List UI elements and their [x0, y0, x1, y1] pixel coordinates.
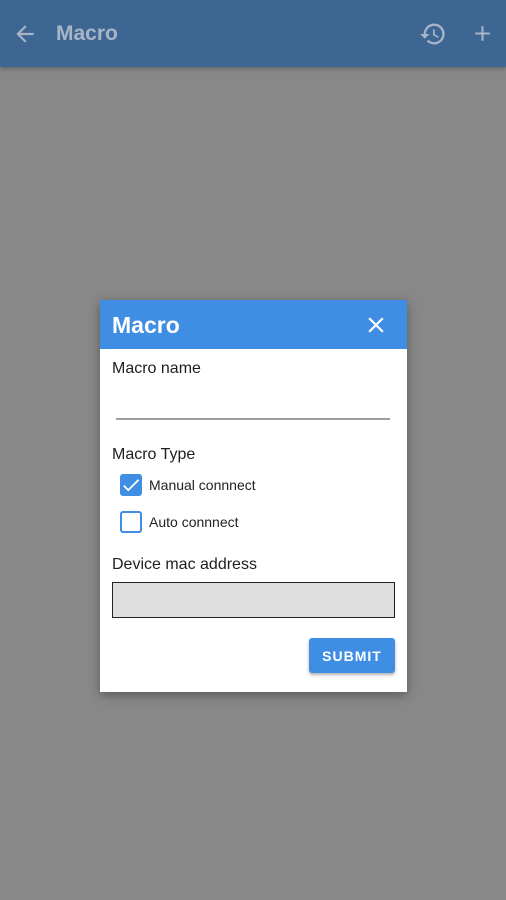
mac-address-label: Device mac address [112, 556, 257, 573]
auto-connect-label: Auto connnect [149, 514, 239, 530]
manual-connect-checkbox[interactable] [120, 474, 142, 496]
check-icon [123, 479, 140, 492]
add-icon[interactable] [470, 21, 495, 46]
app-bar-title: Macro [56, 22, 118, 45]
manual-connect-label: Manual connnect [149, 477, 256, 493]
submit-button[interactable]: SUBMIT [309, 638, 395, 673]
macro-name-label: Macro name [112, 360, 201, 377]
screen: Macro Macro Macro name Macro Type Manual… [0, 0, 506, 900]
history-icon[interactable] [419, 20, 447, 48]
close-icon[interactable] [363, 312, 389, 338]
auto-connect-checkbox[interactable] [120, 511, 142, 533]
dialog-header: Macro [100, 300, 407, 349]
macro-name-input[interactable] [116, 392, 390, 420]
mac-address-input[interactable] [112, 582, 395, 618]
dialog-title: Macro [112, 312, 180, 338]
back-arrow-icon[interactable] [12, 21, 38, 47]
macro-dialog: Macro Macro name Macro Type Manual connn… [100, 300, 407, 692]
macro-type-label: Macro Type [112, 446, 196, 463]
app-bar: Macro [0, 0, 506, 67]
